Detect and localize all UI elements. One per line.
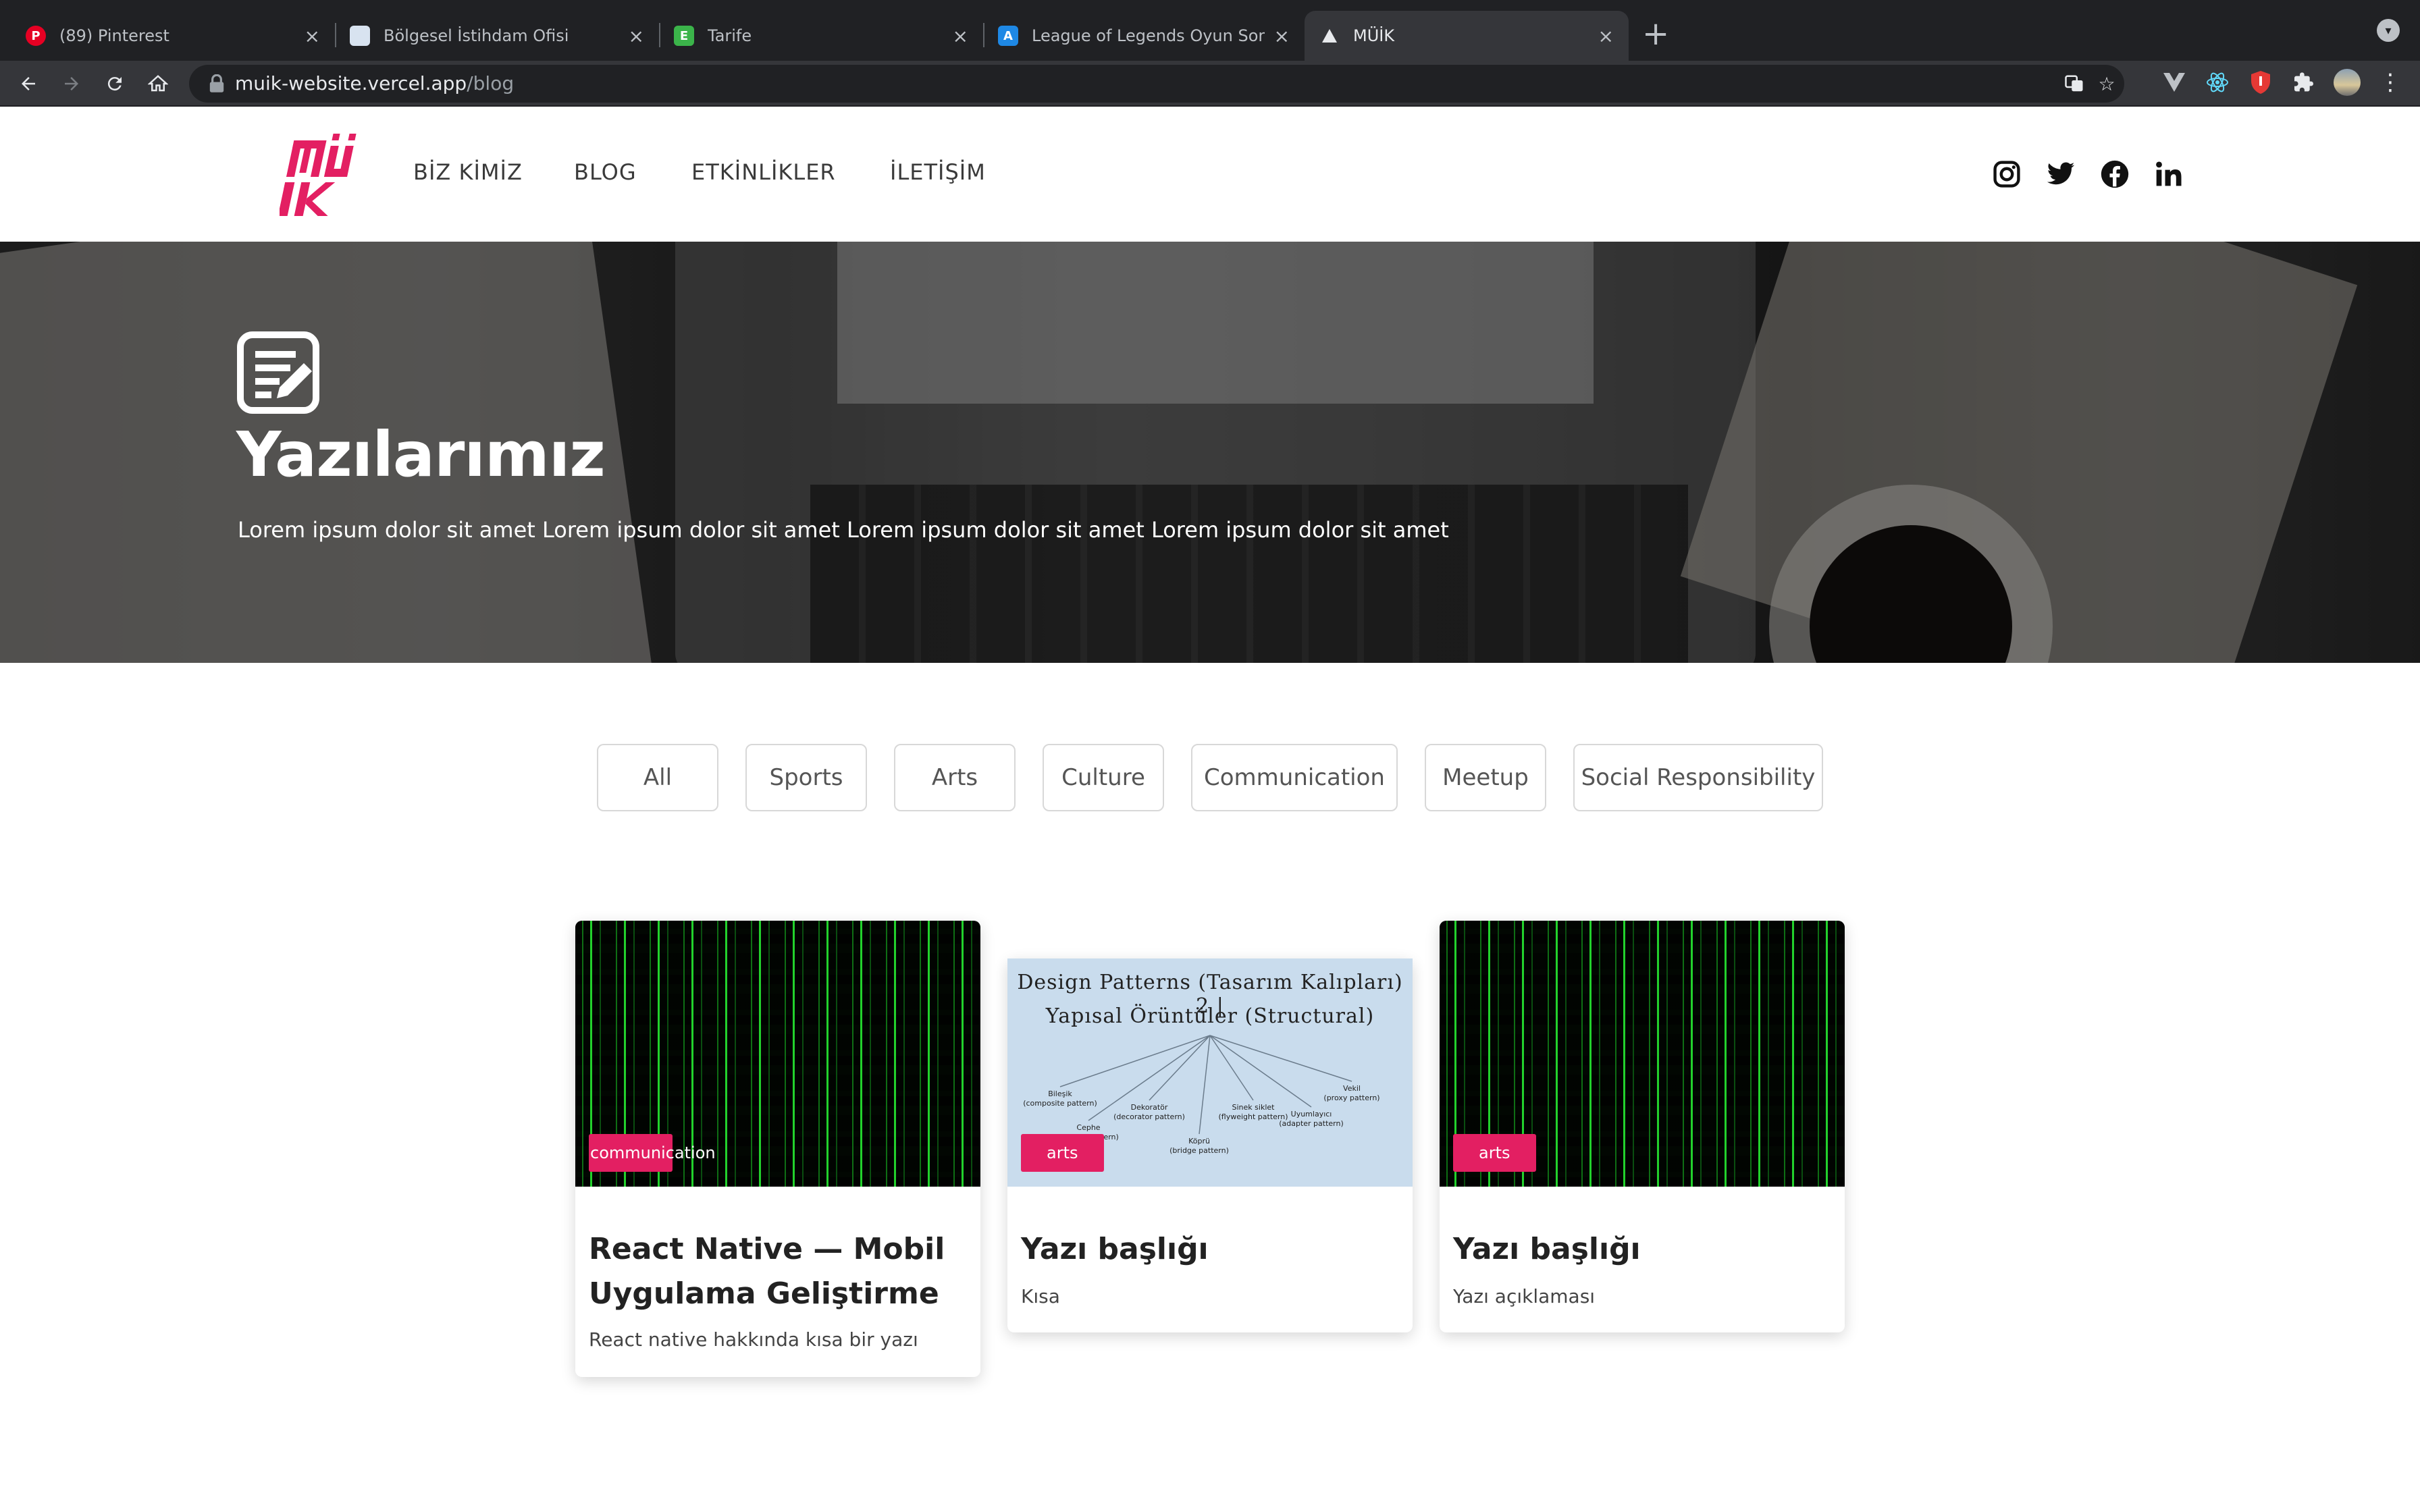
facebook-icon[interactable]: [2100, 159, 2130, 189]
category-tag[interactable]: communication: [589, 1134, 716, 1172]
office-icon: [350, 26, 370, 46]
site-header: BİZ KİMİZ BLOG ETKİNLİKLER İLETİŞİM: [0, 107, 2420, 242]
card-title[interactable]: React Native — Mobil Uygulama Geliştirme: [589, 1227, 967, 1316]
blog-card[interactable]: communication React Native — Mobil Uygul…: [575, 921, 980, 1377]
diagram-node-label: Vekil: [1343, 1084, 1361, 1093]
profile-avatar-icon[interactable]: [2334, 69, 2361, 96]
diagram-node-sub: (decorator pattern): [1113, 1112, 1185, 1121]
card-description: Kısa: [1021, 1285, 1060, 1307]
browser-tab-pinterest[interactable]: P (89) Pinterest ×: [11, 11, 335, 61]
close-icon[interactable]: ×: [629, 25, 644, 47]
card-title[interactable]: Yazı başlığı: [1453, 1227, 1831, 1272]
close-icon[interactable]: ×: [1598, 25, 1614, 47]
home-button[interactable]: [142, 68, 174, 100]
page-title: Yazılarımız: [236, 418, 606, 491]
diagram-node-sub: (composite pattern): [1023, 1099, 1097, 1108]
blog-card[interactable]: arts Yazı başlığı Yazı açıklaması: [1440, 921, 1845, 1332]
category-tag[interactable]: arts: [1021, 1134, 1104, 1172]
blog-card[interactable]: Design Patterns (Tasarım Kalıpları) 2 | …: [1007, 921, 1413, 1332]
linkedin-icon[interactable]: [2154, 159, 2184, 189]
tab-title: Bölgesel İstihdam Ofisi: [384, 26, 569, 45]
diagram-node-sub: (proxy pattern): [1323, 1094, 1379, 1102]
browser-tab-strip: P (89) Pinterest × Bölgesel İstihdam Ofi…: [0, 0, 2420, 61]
category-tag-label: communication: [590, 1143, 716, 1162]
hero-banner: Yazılarımız Lorem ipsum dolor sit amet L…: [0, 242, 2420, 663]
filter-arts-button[interactable]: Arts: [894, 744, 1016, 811]
nav-etkinlikler[interactable]: ETKİNLİKLER: [691, 159, 836, 185]
browser-tab-muik[interactable]: MÜİK ×: [1305, 11, 1629, 61]
reload-icon: [107, 77, 122, 91]
browser-tab-istihdam[interactable]: Bölgesel İstihdam Ofisi ×: [335, 11, 659, 61]
diagram-node-label: Cephe: [1076, 1123, 1100, 1132]
diagram-node-sub: (bridge pattern): [1169, 1146, 1229, 1155]
instagram-icon[interactable]: [1992, 159, 2022, 189]
filter-communication-button[interactable]: Communication: [1191, 744, 1398, 811]
diagram-node-label: Köprü: [1188, 1137, 1210, 1145]
page-subtitle: Lorem ipsum dolor sit amet Lorem ipsum d…: [238, 517, 1449, 543]
url-host: muik-website.vercel.app: [235, 72, 467, 94]
filter-culture-button[interactable]: Culture: [1043, 744, 1164, 811]
vercel-icon: [1319, 26, 1340, 46]
pinterest-icon: P: [26, 26, 46, 46]
arrow-left-icon: [22, 77, 35, 90]
reload-button[interactable]: [99, 68, 131, 100]
diagram-node-label: Dekoratör: [1131, 1103, 1168, 1112]
nav-blog[interactable]: BLOG: [574, 159, 637, 185]
tab-title: Tarife: [708, 26, 752, 45]
translate-icon[interactable]: [2063, 73, 2085, 94]
diagram-node-sub: (flyweight pattern): [1218, 1112, 1288, 1121]
filter-sports-button[interactable]: Sports: [745, 744, 867, 811]
url-text: muik-website.vercel.app/blog: [235, 65, 514, 103]
nav-iletisim[interactable]: İLETİŞİM: [890, 159, 986, 185]
menu-kebab-icon[interactable]: ⋮: [2377, 69, 2404, 96]
browser-tab-tarife[interactable]: E Tarife ×: [659, 11, 983, 61]
filter-social-responsibility-button[interactable]: Social Responsibility: [1573, 744, 1823, 811]
filter-all-button[interactable]: All: [597, 744, 718, 811]
shield-extension-icon[interactable]: [2247, 69, 2274, 96]
card-title[interactable]: Yazı başlığı: [1021, 1227, 1399, 1272]
tab-search-icon[interactable]: ▾: [2377, 19, 2400, 42]
close-icon[interactable]: ×: [953, 25, 968, 47]
url-path: /blog: [467, 72, 515, 94]
close-icon[interactable]: ×: [305, 25, 320, 47]
category-tag[interactable]: arts: [1453, 1134, 1536, 1172]
nav-biz-kimiz[interactable]: BİZ KİMİZ: [413, 159, 523, 185]
browser-tab-lol[interactable]: A League of Legends Oyun Sonrası ×: [983, 11, 1305, 61]
close-icon[interactable]: ×: [1274, 25, 1290, 47]
filter-meetup-button[interactable]: Meetup: [1425, 744, 1546, 811]
category-filter-bar: All Sports Arts Culture Communication Me…: [0, 744, 2420, 811]
diagram-node-label: Sinek siklet: [1232, 1103, 1275, 1112]
tab-title: (89) Pinterest: [59, 26, 169, 45]
home-icon: [148, 75, 168, 92]
article-edit-icon: [237, 331, 319, 414]
muik-logo[interactable]: [280, 132, 358, 219]
card-description: React native hakkında kısa bir yazı: [589, 1328, 918, 1351]
tab-title: League of Legends Oyun Sonrası: [1032, 26, 1265, 45]
image-heading-line2: Yapısal Örüntüler (Structural): [1045, 1004, 1375, 1028]
tab-title: MÜİK: [1353, 26, 1395, 45]
puzzle-extensions-icon[interactable]: [2290, 69, 2317, 96]
card-description: Yazı açıklaması: [1453, 1285, 1596, 1307]
diagram-node-label: Uyumlayıcı: [1291, 1110, 1332, 1118]
back-button[interactable]: [12, 68, 45, 100]
vue-devtools-icon[interactable]: [2161, 69, 2188, 96]
bookmark-star-icon[interactable]: ☆: [2096, 73, 2118, 95]
lock-icon: [209, 74, 224, 92]
forward-button[interactable]: [55, 68, 88, 100]
diagram-node-sub: (adapter pattern): [1279, 1119, 1344, 1128]
react-devtools-icon[interactable]: [2204, 69, 2231, 96]
twitter-icon[interactable]: [2046, 159, 2076, 189]
browser-toolbar: muik-website.vercel.app/blog ☆ ⋮: [0, 61, 2420, 107]
new-tab-button[interactable]: +: [1642, 15, 1669, 53]
address-bar[interactable]: muik-website.vercel.app/blog ☆: [189, 65, 2124, 103]
arrow-right-icon: [65, 77, 78, 90]
diagram-node-label: Bileşik: [1048, 1089, 1072, 1098]
lol-icon: A: [998, 26, 1018, 46]
e-icon: E: [674, 26, 694, 46]
